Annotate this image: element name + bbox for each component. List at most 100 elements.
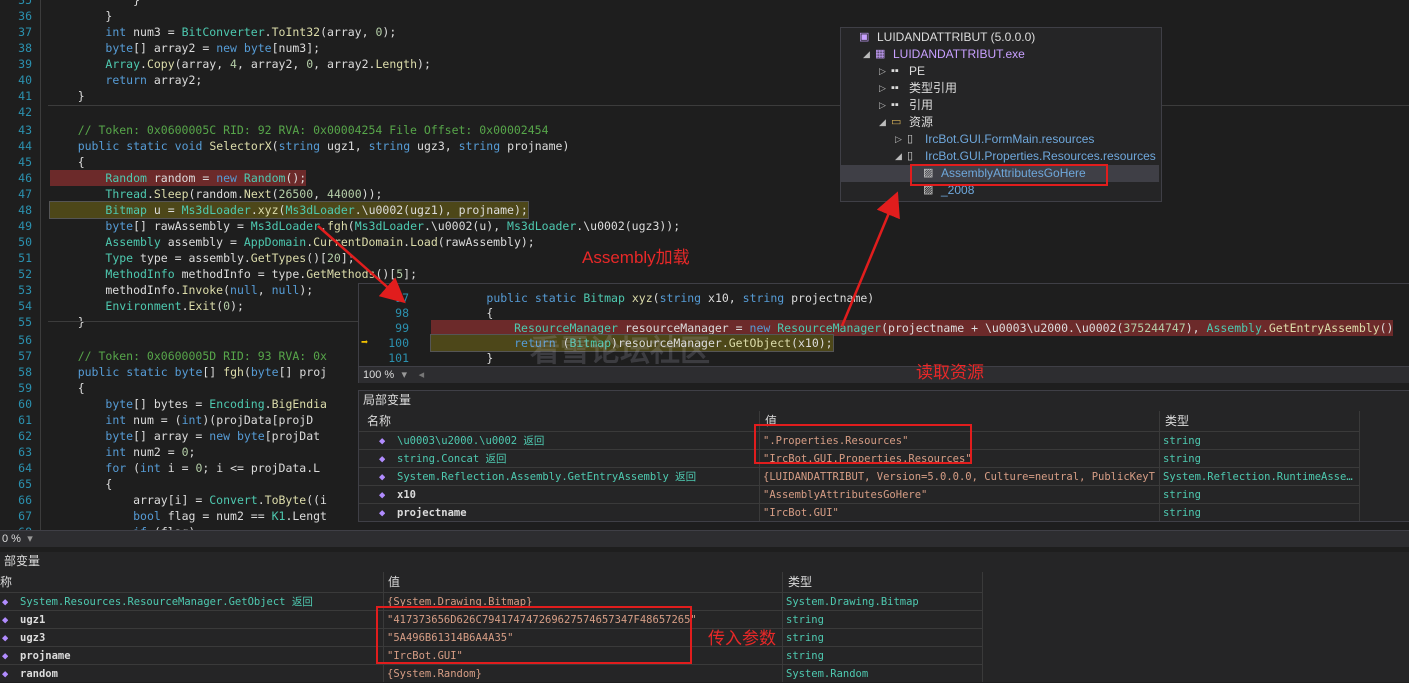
variable-value[interactable]: "AssemblyAttributesGoHere" <box>763 486 1155 504</box>
zoom-level[interactable]: 0 % <box>0 533 21 545</box>
variable-value[interactable]: {LUIDANDATTRIBUT, Version=5.0.0.0, Cultu… <box>763 468 1155 486</box>
code-text[interactable]: Type type = assembly.GetTypes()[20]; <box>50 250 354 266</box>
code-text[interactable]: MethodInfo methodInfo = type.GetMethods(… <box>50 266 417 282</box>
tree-node[interactable]: ◢ ▯ IrcBot.GUI.Properties.Resources.resour… <box>841 148 1159 165</box>
variable-type: string <box>1163 435 1201 447</box>
code-text[interactable]: } <box>50 88 85 104</box>
code-text[interactable]: { <box>50 380 85 396</box>
tree-node[interactable]: ▷ ▯ IrcBot.GUI.FormMain.resources <box>841 131 1159 148</box>
variable-name: ugz3 <box>20 632 46 644</box>
variable-name: projectname <box>397 507 467 519</box>
variable-icon: ◆ <box>2 650 9 662</box>
code-text[interactable]: { <box>50 154 85 170</box>
tree-node-label: 资源 <box>909 115 934 129</box>
locals-row[interactable]: ◆ System.Reflection.Assembly.GetEntryAsse… <box>359 467 1359 486</box>
code-text[interactable]: // Token: 0x0600005C RID: 92 RVA: 0x0000… <box>50 122 549 138</box>
locals-row[interactable]: ◆ projectname "IrcBot.GUI" string <box>359 503 1359 522</box>
chevron-down-icon[interactable]: ▾ <box>24 531 36 547</box>
expand-arrow-icon[interactable]: ▷ <box>879 97 886 114</box>
code-text[interactable]: methodInfo.Invoke(null, null); <box>50 282 313 298</box>
locals-row[interactable]: ◆ x10 "AssemblyAttributesGoHere" string <box>359 485 1359 504</box>
column-divider[interactable] <box>1159 411 1160 521</box>
variable-type: System.Drawing.Bitmap <box>786 596 919 608</box>
line-number: 43 <box>18 123 32 137</box>
code-text[interactable]: byte[] rawAssembly = Ms3dLoader.fgh(Ms3d… <box>50 218 680 234</box>
tree-node[interactable]: ◢ ▭ 资源 <box>841 114 1159 131</box>
variable-value[interactable]: {System.Random} <box>387 665 778 683</box>
code-text[interactable]: // Token: 0x0600005D RID: 93 RVA: 0x <box>50 348 327 364</box>
folder-icon: ▭ <box>891 116 902 128</box>
line-number: 59 <box>18 381 32 395</box>
line-number: 41 <box>18 89 32 103</box>
code-text[interactable]: Bitmap u = Ms3dLoader.xyz(Ms3dLoader.\u0… <box>49 201 529 219</box>
expand-arrow-icon[interactable]: ▷ <box>895 131 902 148</box>
code-text[interactable]: Random random = new Random(); <box>50 170 307 186</box>
tree-node-label: IrcBot.GUI.FormMain.resources <box>925 132 1095 146</box>
variable-value[interactable]: "IrcBot.GUI" <box>763 504 1155 522</box>
collapse-arrow-icon[interactable]: ◢ <box>895 148 902 165</box>
column-divider[interactable] <box>982 572 983 682</box>
variable-icon: ◆ <box>379 471 386 483</box>
code-text[interactable]: public static void SelectorX(string ugz1… <box>50 138 570 154</box>
tree-node[interactable]: ◢ ▦ LUIDANDATTRIBUT.exe <box>841 46 1159 63</box>
column-divider[interactable] <box>1359 411 1360 521</box>
variable-type: string <box>786 650 824 662</box>
code-text[interactable]: } <box>50 314 85 330</box>
code-text[interactable]: } <box>50 0 140 8</box>
variable-icon: ◆ <box>379 507 386 519</box>
code-text[interactable]: int num = (int)(projData[projD <box>50 412 313 428</box>
line-number: 40 <box>18 73 32 87</box>
code-text[interactable]: } <box>50 8 112 24</box>
column-name-header[interactable]: 称 <box>0 574 12 590</box>
tree-node[interactable]: ▷ ▪▪ 引用 <box>841 97 1159 114</box>
method-peek-window[interactable]: 97 public static Bitmap xyz(string x10, … <box>358 283 1409 383</box>
code-text[interactable]: return array2; <box>50 72 202 88</box>
code-text[interactable]: } <box>431 350 493 366</box>
code-text[interactable]: Thread.Sleep(random.Next(26500, 44000)); <box>50 186 382 202</box>
column-name-header[interactable]: 名称 <box>367 413 391 429</box>
locals-row[interactable]: ◆ random {System.Random} System.Random <box>0 664 982 683</box>
code-text[interactable]: Assembly assembly = AppDomain.CurrentDom… <box>50 234 534 250</box>
collapse-arrow-icon[interactable]: ◢ <box>879 114 886 131</box>
column-divider[interactable] <box>782 572 783 682</box>
column-value-header[interactable]: 值 <box>388 574 400 590</box>
variable-icon: ◆ <box>2 614 9 626</box>
panel-title: 局部变量 <box>363 393 412 407</box>
locals-panel-bottom: 部变量 称 值 类型 ◆ System.Resources.ResourceMan… <box>0 552 1409 682</box>
line-number: 99 <box>395 321 409 335</box>
scroll-left-icon[interactable]: ◂ <box>414 367 428 383</box>
tree-node[interactable]: ▷ ▪▪ 类型引用 <box>841 80 1159 97</box>
code-line: 50 Assembly assembly = AppDomain.Current… <box>0 234 1409 250</box>
tree-node[interactable]: ▣ LUIDANDATTRIBUT (5.0.0.0) <box>841 29 1159 46</box>
code-text[interactable]: for (int i = 0; i <= projData.L <box>50 460 320 476</box>
tree-node[interactable]: ▷ ▪▪ PE <box>841 63 1159 80</box>
line-number: 97 <box>395 291 409 305</box>
annotation-read-resource: 读取资源 <box>916 363 984 382</box>
expand-arrow-icon[interactable]: ▷ <box>879 80 886 97</box>
code-text[interactable]: { <box>50 476 112 492</box>
variable-type: string <box>786 614 824 626</box>
column-type-header[interactable]: 类型 <box>1165 413 1189 429</box>
code-text[interactable]: int num2 = 0; <box>50 444 195 460</box>
column-type-header[interactable]: 类型 <box>788 574 812 590</box>
zoom-level[interactable]: 100 % <box>359 369 394 381</box>
code-text[interactable]: bool flag = num2 == K1.Lengt <box>50 508 327 524</box>
chevron-down-icon[interactable]: ▾ <box>397 367 411 383</box>
code-text[interactable]: Array.Copy(array, 4, array2, 0, array2.L… <box>50 56 431 72</box>
code-text[interactable]: byte[] array2 = new byte[num3]; <box>50 40 320 56</box>
code-text[interactable]: int num3 = BitConverter.ToInt32(array, 0… <box>50 24 396 40</box>
code-text[interactable]: byte[] bytes = Encoding.BigEndia <box>50 396 327 412</box>
code-text[interactable]: Environment.Exit(0); <box>50 298 244 314</box>
variable-type: string <box>1163 489 1201 501</box>
code-text[interactable]: { <box>431 305 493 321</box>
expand-arrow-icon[interactable]: ▷ <box>879 63 886 80</box>
collapse-arrow-icon[interactable]: ◢ <box>863 46 870 63</box>
code-text[interactable]: array[i] = Convert.ToByte((i <box>50 492 327 508</box>
method-separator <box>48 105 1409 106</box>
code-text[interactable]: byte[] array = new byte[projDat <box>50 428 320 444</box>
line-number: 65 <box>18 477 32 491</box>
code-text[interactable]: public static byte[] fgh(byte[] proj <box>50 364 327 380</box>
line-number: 37 <box>18 25 32 39</box>
code-text[interactable]: public static Bitmap xyz(string x10, str… <box>431 290 874 306</box>
code-line: 43 // Token: 0x0600005C RID: 92 RVA: 0x0… <box>0 122 1409 138</box>
